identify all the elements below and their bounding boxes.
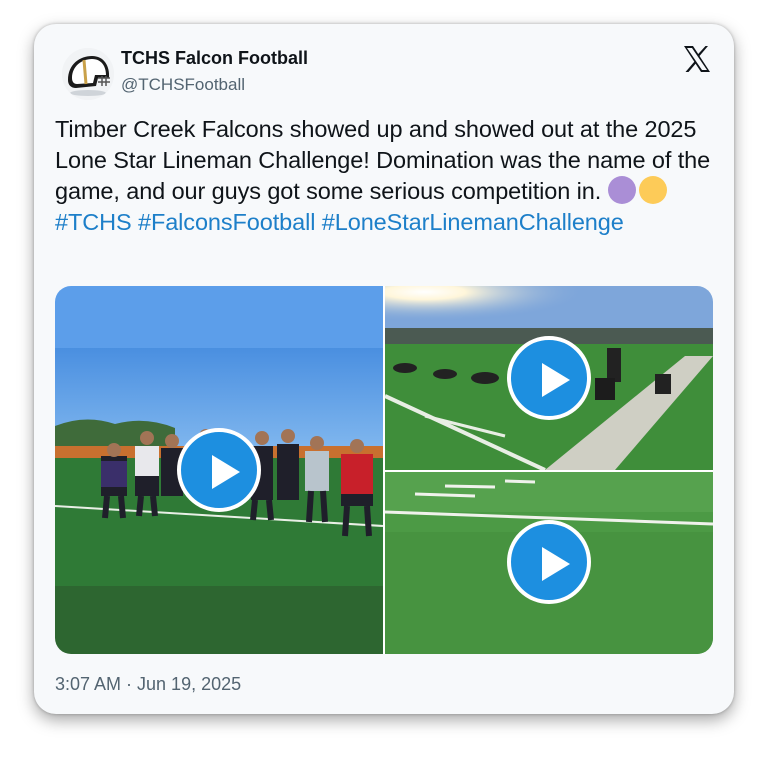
tweet-text: Timber Creek Falcons showed up and showe… — [55, 114, 715, 238]
field-video[interactable] — [385, 472, 713, 654]
yellow-circle-emoji — [638, 176, 667, 204]
drills-video[interactable] — [385, 286, 713, 470]
play-button-icon[interactable] — [177, 428, 261, 512]
tweet-card: TCHS Falcon Football @TCHSFootball Timbe… — [34, 24, 734, 714]
football-helmet-icon — [62, 48, 114, 100]
purple-circle-emoji — [607, 176, 636, 204]
timestamp[interactable]: 3:07 AM · Jun 19, 2025 — [55, 674, 241, 695]
play-button-icon[interactable] — [507, 336, 591, 420]
media-grid — [55, 286, 713, 654]
play-button-icon[interactable] — [507, 520, 591, 604]
x-logo-icon[interactable] — [682, 44, 712, 74]
avatar[interactable] — [62, 48, 114, 100]
team-photo-video[interactable] — [55, 286, 383, 654]
display-name[interactable]: TCHS Falcon Football — [121, 48, 308, 69]
hashtag-lonestarlinemanchallenge[interactable]: #LoneStarLinemanChallenge — [322, 209, 624, 235]
hashtag-tchs[interactable]: #TCHS — [55, 209, 132, 235]
hashtag-falconsfootball[interactable]: #FalconsFootball — [138, 209, 315, 235]
handle[interactable]: @TCHSFootball — [121, 75, 245, 95]
